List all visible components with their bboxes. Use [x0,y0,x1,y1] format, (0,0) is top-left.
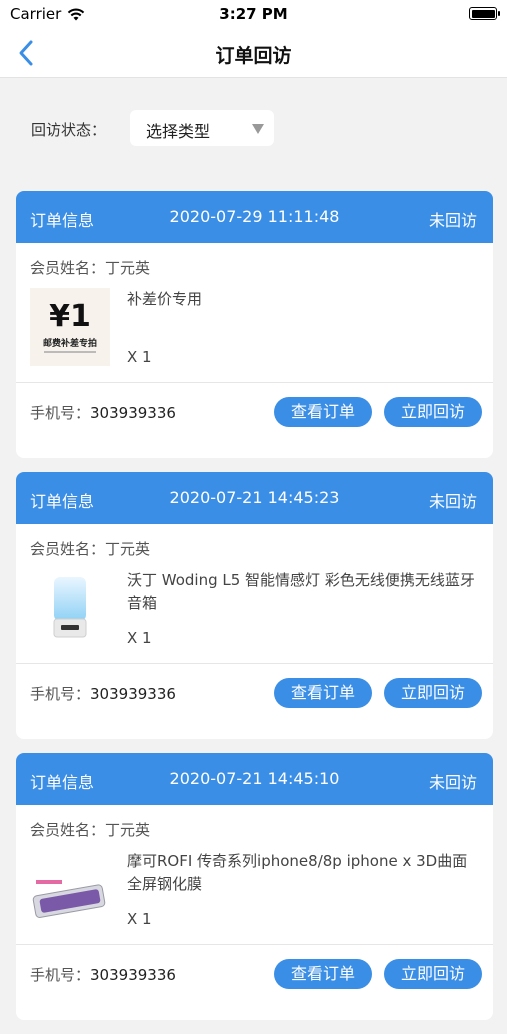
order-card-header: 订单信息 2020-07-29 11:11:48 未回访 [16,191,493,243]
member-name: 会员姓名：丁元英 [30,540,151,558]
filter-label: 回访状态： [31,121,107,139]
order-card: 订单信息 2020-07-29 11:11:48 未回访 会员姓名：丁元英 ¥1… [16,191,493,458]
order-date: 2020-07-21 14:45:23 [169,488,340,507]
product-thumbnail[interactable]: ¥1 邮费补差专拍 [30,288,110,366]
visit-status-select[interactable]: 选择类型 [130,110,274,146]
thumb-price-text: ¥1 [49,299,91,334]
order-date: 2020-07-21 14:45:10 [169,769,340,788]
clock: 3:27 PM [219,5,288,23]
product-name: 补差价专用 [127,290,203,308]
visit-status-badge: 未回访 [428,773,477,792]
visit-now-button[interactable]: 立即回访 [384,678,482,708]
order-card-header: 订单信息 2020-07-21 14:45:10 未回访 [16,753,493,805]
page-title: 订单回访 [215,45,292,67]
divider [16,663,493,664]
order-card: 订单信息 2020-07-21 14:45:23 未回访 会员姓名：丁元英 沃丁… [16,472,493,739]
view-order-button[interactable]: 查看订单 [274,959,372,989]
phone-label: 手机号： [30,966,91,984]
phone-number: 303939336 [90,685,176,703]
phone-label: 手机号： [30,404,91,422]
product-name: 沃丁 Woding L5 智能情感灯 彩色无线便携无线蓝牙音箱 [127,571,475,612]
thumb-caption-text: 邮费补差专拍 [43,337,97,349]
product-quantity: X 1 [127,348,152,366]
phone-number: 303939336 [90,404,176,422]
visit-status-badge: 未回访 [428,492,477,511]
view-order-button[interactable]: 查看订单 [274,678,372,708]
visit-now-button[interactable]: 立即回访 [384,959,482,989]
visit-status-badge: 未回访 [428,211,477,230]
filter-bar: 回访状态： 选择类型 [0,79,507,177]
dropdown-arrow-icon [252,124,264,134]
phone-row: 手机号：303939336 [30,964,176,985]
visit-now-button[interactable]: 立即回访 [384,397,482,427]
phone-number: 303939336 [90,966,176,984]
order-card: 订单信息 2020-07-21 14:45:10 未回访 会员姓名：丁元英 摩可… [16,753,493,1020]
product-thumbnail[interactable] [30,850,110,928]
select-value: 选择类型 [146,122,211,141]
product-quantity: X 1 [127,629,152,647]
product-name: 摩可ROFI 传奇系列iphone8/8p iphone x 3D曲面全屏钢化膜 [127,852,468,893]
divider [16,382,493,383]
phone-label: 手机号： [30,685,91,703]
status-bar: Carrier 3:27 PM [0,0,507,28]
order-card-header: 订单信息 2020-07-21 14:45:23 未回访 [16,472,493,524]
view-order-button[interactable]: 查看订单 [274,397,372,427]
member-name: 会员姓名：丁元英 [30,259,151,277]
order-date: 2020-07-29 11:11:48 [169,207,340,226]
phone-row: 手机号：303939336 [30,402,176,423]
product-quantity: X 1 [127,910,152,928]
navigation-bar: 订单回访 [0,28,507,78]
divider [16,944,493,945]
phone-row: 手机号：303939336 [30,683,176,704]
order-list: 订单信息 2020-07-29 11:11:48 未回访 会员姓名：丁元英 ¥1… [16,191,493,1034]
product-thumbnail[interactable] [30,569,110,647]
battery-icon [469,7,500,20]
member-name: 会员姓名：丁元英 [30,821,151,839]
